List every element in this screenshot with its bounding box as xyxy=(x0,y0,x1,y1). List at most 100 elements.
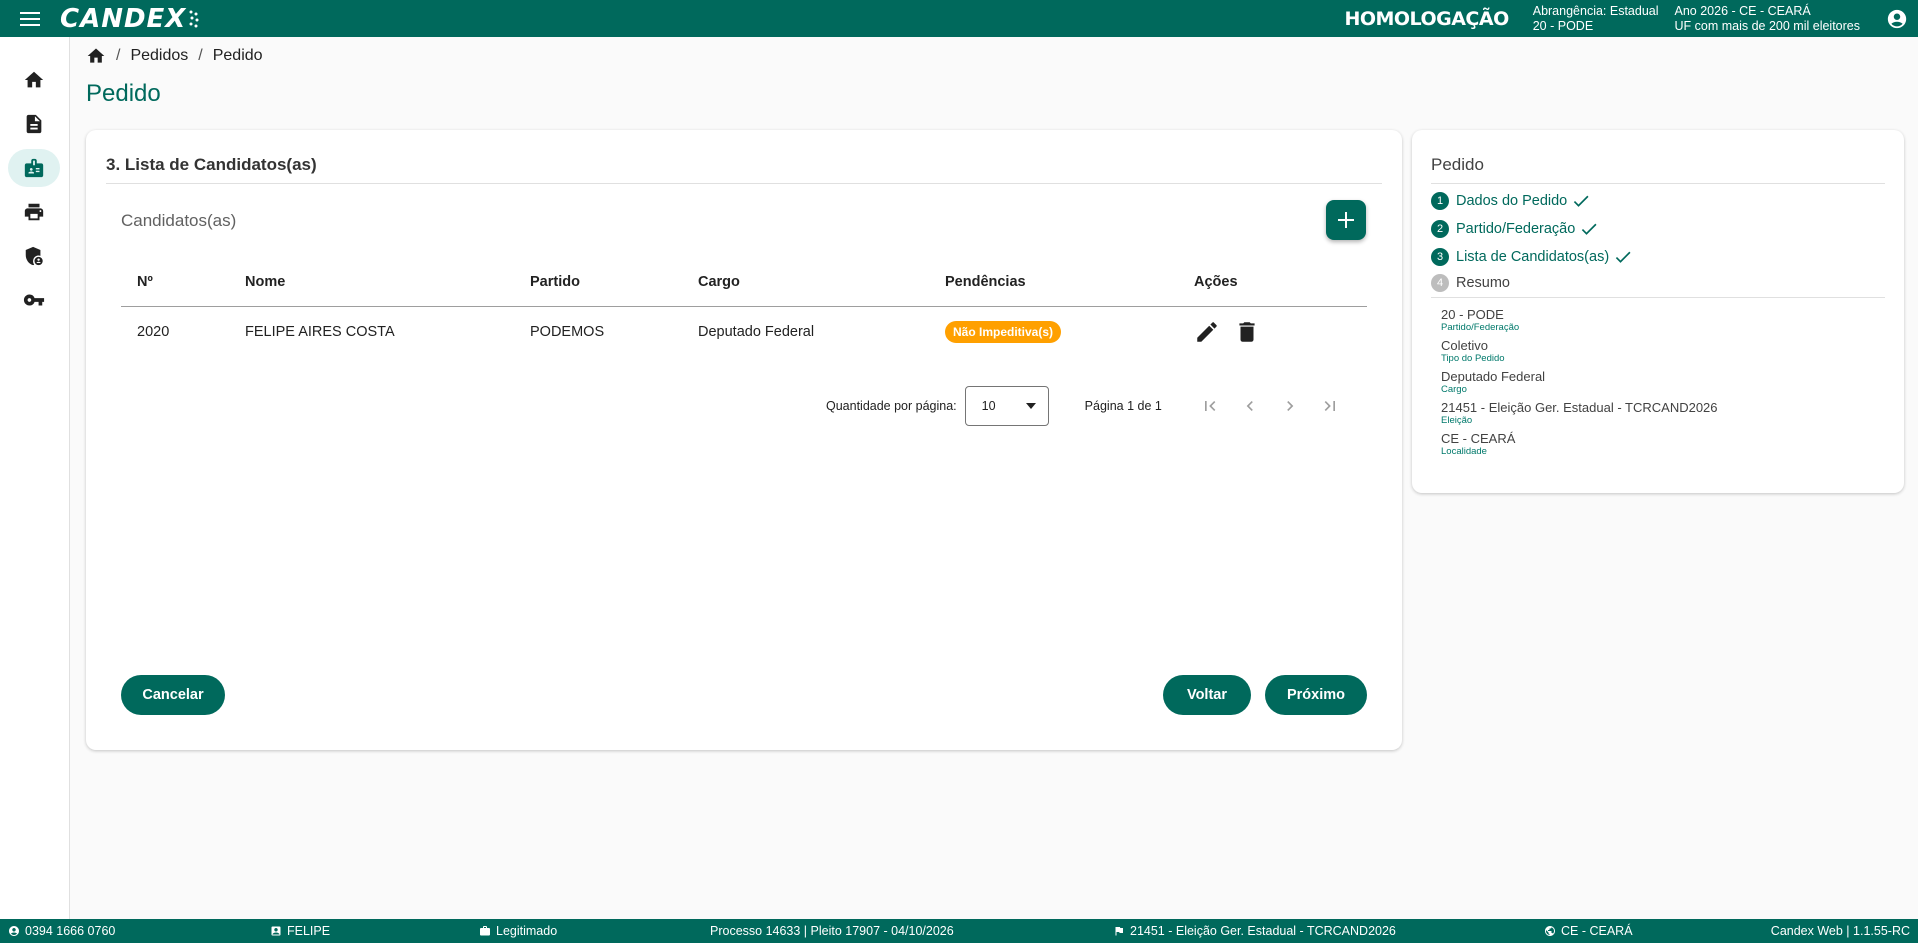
nav-candidates[interactable] xyxy=(8,149,60,187)
list-title: Candidatos(as) xyxy=(121,211,237,230)
nav-print[interactable] xyxy=(8,193,60,231)
summary-tipo-pedido: Coletivo Tipo do Pedido xyxy=(1441,338,1505,365)
side-divider xyxy=(1431,297,1885,298)
check-icon xyxy=(1615,251,1631,263)
candidates-card: 3. Lista de Candidatos(as) Candidatos(as… xyxy=(86,130,1402,750)
scope-info: Abrangência: Estadual 20 - PODE xyxy=(1532,3,1659,33)
section-divider xyxy=(106,183,1382,184)
plus-icon xyxy=(1338,212,1354,228)
summary-partido: 20 - PODE Partido/Federação xyxy=(1441,307,1520,334)
table-header-row: Nº Nome Partido Cargo Pendências Ações xyxy=(121,258,1367,307)
step-label: Dados do Pedido xyxy=(1456,193,1568,209)
candidate-badge-icon xyxy=(24,158,44,178)
candidates-table: Nº Nome Partido Cargo Pendências Ações 2… xyxy=(121,258,1367,358)
step-label: Lista de Candidatos(as) xyxy=(1456,249,1610,265)
last-page-button[interactable] xyxy=(1310,386,1350,426)
breadcrumb-separator: / xyxy=(116,47,121,64)
breadcrumb: / Pedidos / Pedido xyxy=(86,46,263,66)
app-logo[interactable]: CANDEX xyxy=(60,4,200,34)
previous-page-button[interactable] xyxy=(1230,386,1270,426)
next-page-button[interactable] xyxy=(1270,386,1310,426)
first-page-icon xyxy=(1204,401,1216,411)
first-page-button[interactable] xyxy=(1190,386,1230,426)
delete-icon[interactable] xyxy=(1234,319,1260,345)
menu-icon[interactable] xyxy=(0,0,60,37)
home-icon[interactable] xyxy=(86,46,106,66)
summary-localidade: CE - CEARÁ Localidade xyxy=(1441,431,1516,458)
footer-user: FELIPE xyxy=(270,919,330,943)
status-bar: 0394 1666 0760 FELIPE Legitimado Process… xyxy=(0,919,1918,943)
step-lista-candidatos[interactable]: 3 Lista de Candidatos(as) xyxy=(1431,247,1633,267)
cell-pendencias: Não Impeditiva(s) xyxy=(929,306,1178,358)
globe-icon xyxy=(1545,926,1555,936)
col-cargo: Cargo xyxy=(682,258,929,307)
cell-numero: 2020 xyxy=(137,324,170,341)
back-button[interactable]: Voltar xyxy=(1163,675,1251,715)
footer-election: 21451 - Eleição Ger. Estadual - TCRCAND2… xyxy=(1113,919,1396,943)
section-title: 3. Lista de Candidatos(as) xyxy=(106,155,317,174)
last-page-icon xyxy=(1324,401,1335,411)
page-range: Página 1 de 1 xyxy=(1084,399,1162,413)
account-icon[interactable] xyxy=(1876,0,1918,37)
cell-nome: FELIPE AIRES COSTA xyxy=(245,324,395,341)
cell-cargo: Deputado Federal xyxy=(698,324,815,341)
nav-key[interactable] xyxy=(8,281,60,319)
nav-documents[interactable] xyxy=(8,105,60,143)
page-size-value: 10 xyxy=(981,399,996,413)
step-number: 3 xyxy=(1431,248,1449,266)
briefcase-icon xyxy=(480,926,490,936)
footer-cpf: 0394 1666 0760 xyxy=(8,919,115,943)
order-summary-card: Pedido 1 Dados do Pedido 2 Partido/Feder… xyxy=(1412,130,1904,493)
step-resumo[interactable]: 4 Resumo xyxy=(1431,274,1510,292)
cancel-button[interactable]: Cancelar xyxy=(121,675,225,715)
step-partido-federacao[interactable]: 2 Partido/Federação xyxy=(1431,219,1599,239)
summary-cargo: Deputado Federal Cargo xyxy=(1441,369,1546,396)
summary-eleicao: 21451 - Eleição Ger. Estadual - TCRCAND2… xyxy=(1441,400,1718,427)
flag-icon xyxy=(1115,927,1123,936)
dropdown-arrow-icon xyxy=(1025,403,1036,409)
step-number: 2 xyxy=(1431,220,1449,238)
col-partido: Partido xyxy=(514,258,682,307)
year-info: Ano 2026 - CE - CEARÁ UF com mais de 200… xyxy=(1674,3,1860,33)
page-title: Pedido xyxy=(86,80,161,107)
document-icon xyxy=(26,114,42,134)
security-user-icon xyxy=(25,246,43,266)
step-number: 1 xyxy=(1431,192,1449,210)
cell-partido: PODEMOS xyxy=(530,324,605,341)
chevron-left-icon xyxy=(1246,401,1253,411)
footer-location: CE - CEARÁ xyxy=(1544,919,1633,943)
nav-home[interactable] xyxy=(8,61,60,99)
breadcrumb-pedidos[interactable]: Pedidos xyxy=(130,47,188,65)
add-candidate-button[interactable] xyxy=(1326,200,1366,240)
table-row: 2020 FELIPE AIRES COSTA PODEMOS Deputado… xyxy=(121,306,1367,358)
step-label: Partido/Federação xyxy=(1456,221,1576,237)
footer-process: Processo 14633 | Pleito 17907 - 04/10/20… xyxy=(710,924,954,938)
check-icon xyxy=(1574,195,1589,207)
step-number: 4 xyxy=(1431,274,1449,292)
side-divider xyxy=(1431,183,1885,184)
col-numero: Nº xyxy=(121,258,229,307)
step-label: Resumo xyxy=(1456,275,1510,291)
logo-dots-icon xyxy=(189,10,199,27)
key-icon xyxy=(23,294,45,306)
top-bar: CANDEX HOMOLOGAÇÃO Abrangência: Estadual… xyxy=(0,0,1918,37)
home-icon xyxy=(24,71,44,88)
paginator: Quantidade por página: 10 Página 1 de 1 xyxy=(826,386,1350,426)
col-pendencias: Pendências xyxy=(929,258,1178,307)
edit-icon[interactable] xyxy=(1194,319,1220,345)
environment-label: HOMOLOGAÇÃO xyxy=(1344,7,1509,30)
side-title: Pedido xyxy=(1431,155,1484,174)
side-nav xyxy=(0,37,70,919)
cell-acoes xyxy=(1178,306,1367,358)
breadcrumb-separator: / xyxy=(198,47,203,64)
nav-security[interactable] xyxy=(8,237,60,275)
account-circle-icon xyxy=(9,926,19,936)
col-acoes: Ações xyxy=(1178,258,1367,307)
footer-version: Candex Web | 1.1.55-RC xyxy=(1770,924,1910,938)
next-button[interactable]: Próximo xyxy=(1265,675,1367,715)
footer-status: Legitimado xyxy=(479,919,557,943)
step-dados-pedido[interactable]: 1 Dados do Pedido xyxy=(1431,191,1591,211)
page-size-label: Quantidade por página: xyxy=(826,399,957,413)
pending-badge[interactable]: Não Impeditiva(s) xyxy=(945,321,1062,344)
page-size-select[interactable]: 10 xyxy=(964,386,1049,426)
